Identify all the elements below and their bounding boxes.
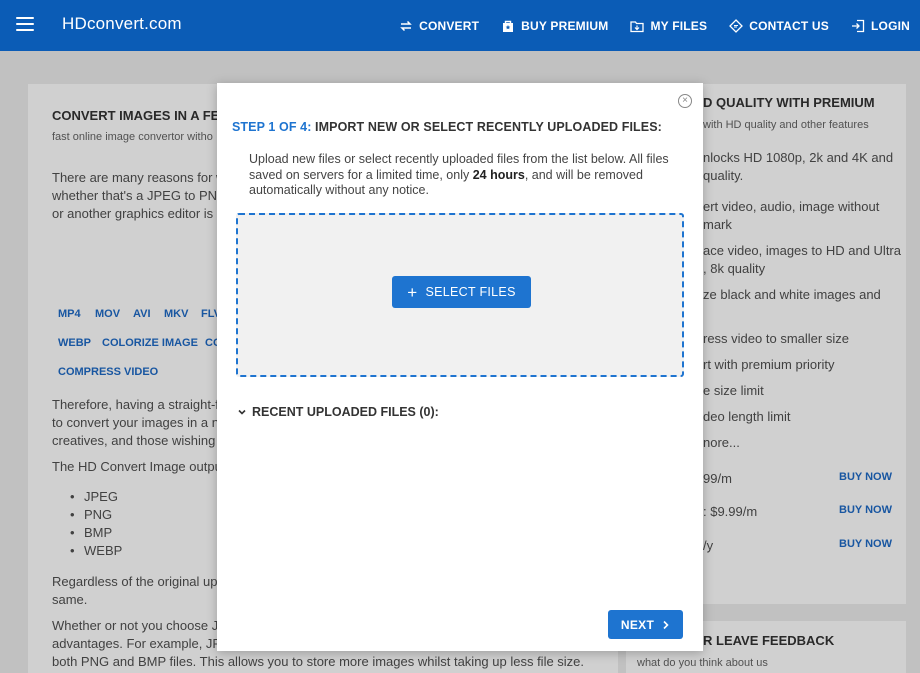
select-files-button[interactable]: + SELECT FILES bbox=[392, 276, 531, 308]
nav-login[interactable]: LOGIN bbox=[851, 19, 910, 33]
upload-modal: × STEP 1 OF 4: IMPORT NEW OR SELECT RECE… bbox=[217, 83, 703, 651]
nav-convert-label: CONVERT bbox=[419, 18, 480, 33]
nav-contact-us-label: CONTACT US bbox=[749, 18, 829, 33]
step-title: STEP 1 OF 4: IMPORT NEW OR SELECT RECENT… bbox=[232, 120, 662, 134]
top-navbar: HDconvert.com CONVERT BUY PREMIUM MY FIL… bbox=[0, 0, 920, 51]
select-files-label: SELECT FILES bbox=[425, 285, 516, 299]
premium-bag-icon bbox=[503, 20, 514, 32]
step-description: Upload new files or select recently uplo… bbox=[249, 152, 689, 199]
recent-files-toggle[interactable]: RECENT UPLOADED FILES (0): bbox=[237, 405, 439, 419]
nav-my-files[interactable]: MY FILES bbox=[630, 19, 707, 33]
nav-login-label: LOGIN bbox=[871, 18, 910, 33]
recent-files-label: RECENT UPLOADED FILES (0): bbox=[252, 405, 439, 419]
close-icon[interactable]: × bbox=[678, 94, 692, 108]
nav-buy-premium[interactable]: BUY PREMIUM bbox=[501, 19, 608, 33]
folder-icon bbox=[630, 20, 645, 32]
next-label: NEXT bbox=[620, 617, 655, 632]
main-nav: CONVERT BUY PREMIUM MY FILES CONTACT US … bbox=[399, 0, 910, 51]
plus-icon: + bbox=[407, 282, 418, 302]
nav-convert[interactable]: CONVERT bbox=[399, 19, 479, 33]
chevron-right-icon bbox=[663, 620, 669, 629]
chevron-down-icon bbox=[238, 409, 246, 415]
next-button[interactable]: NEXT bbox=[608, 610, 683, 639]
nav-contact-us[interactable]: CONTACT US bbox=[729, 19, 829, 33]
login-icon bbox=[852, 19, 865, 32]
nav-my-files-label: MY FILES bbox=[650, 18, 708, 33]
nav-buy-premium-label: BUY PREMIUM bbox=[521, 18, 609, 33]
convert-icon bbox=[400, 20, 412, 31]
file-dropzone[interactable]: + SELECT FILES bbox=[236, 213, 684, 377]
hamburger-menu-icon[interactable] bbox=[16, 17, 34, 31]
site-logo[interactable]: HDconvert.com bbox=[62, 14, 182, 34]
step-description-hours: 24 hours bbox=[472, 167, 525, 182]
contact-icon bbox=[729, 18, 744, 33]
step-number: STEP 1 OF 4: bbox=[232, 120, 312, 134]
step-title-text: IMPORT NEW OR SELECT RECENTLY UPLOADED F… bbox=[311, 120, 662, 134]
